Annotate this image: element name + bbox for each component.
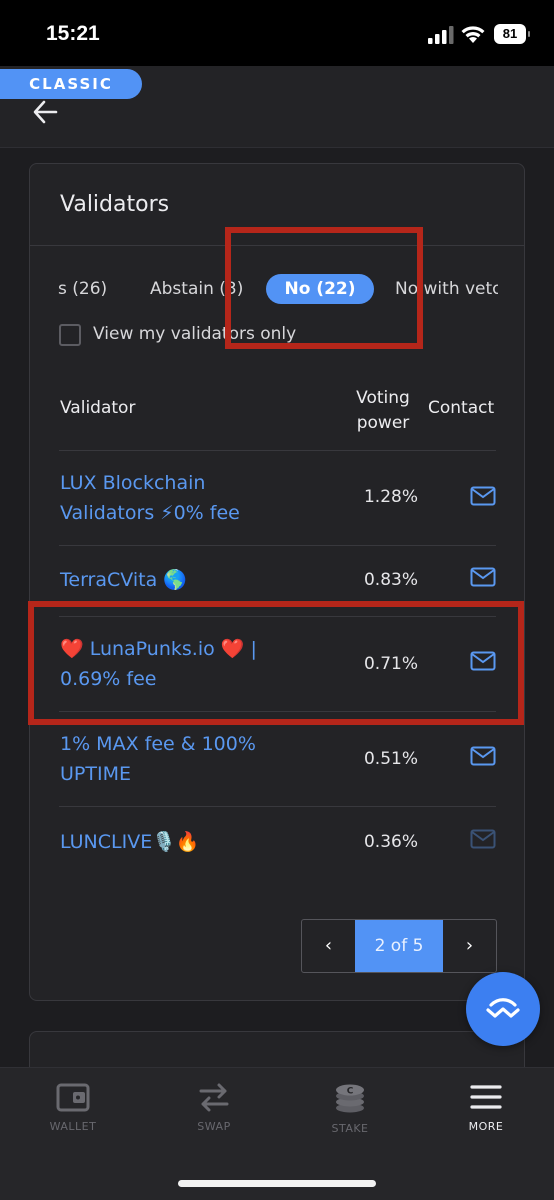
wifi-icon bbox=[461, 26, 485, 43]
mail-icon[interactable] bbox=[470, 829, 496, 849]
mail-icon[interactable] bbox=[470, 486, 496, 506]
row-divider bbox=[59, 450, 496, 451]
next-page-button[interactable]: › bbox=[443, 920, 496, 972]
highlight-box-row bbox=[28, 601, 524, 725]
wallet-icon bbox=[56, 1083, 90, 1112]
pagination: ‹ 2 of 5 › bbox=[301, 919, 497, 973]
voting-power-line2: power bbox=[356, 413, 410, 433]
voting-power-value: 0.36% bbox=[363, 832, 418, 852]
status-bar: 15:21 81 bbox=[0, 0, 554, 66]
highlight-box-tab bbox=[225, 227, 423, 349]
my-validators-checkbox[interactable] bbox=[59, 324, 81, 346]
validator-link[interactable]: TerraCVita 🌎 bbox=[60, 565, 310, 595]
prev-page-button[interactable]: ‹ bbox=[302, 920, 355, 972]
row-divider bbox=[59, 806, 496, 807]
bottom-nav: WALLET SWAP C STAKE MORE bbox=[0, 1067, 554, 1200]
classic-badge: CLASSIC bbox=[0, 69, 142, 99]
voting-power-value: 1.28% bbox=[363, 487, 418, 507]
menu-icon bbox=[470, 1085, 502, 1109]
validator-name-line2: UPTIME bbox=[60, 763, 131, 785]
signal-icon bbox=[428, 26, 454, 44]
app-header: CLASSIC bbox=[0, 66, 554, 148]
validator-link[interactable]: LUX Blockchain Validators ⚡0% fee bbox=[60, 468, 310, 528]
card-title: Validators bbox=[60, 192, 170, 217]
column-header-validator[interactable]: Validator bbox=[60, 398, 135, 418]
nav-stake[interactable]: C STAKE bbox=[305, 1082, 395, 1135]
battery-indicator: 81 bbox=[494, 24, 530, 44]
validator-link[interactable]: LUNCLIVE🎙️🔥 bbox=[60, 827, 310, 857]
swap-icon bbox=[199, 1083, 229, 1112]
mail-icon[interactable] bbox=[470, 567, 496, 587]
nav-label: SWAP bbox=[197, 1120, 231, 1133]
nav-label: STAKE bbox=[331, 1122, 369, 1135]
stake-icon: C bbox=[336, 1084, 364, 1113]
column-header-contact: Contact bbox=[428, 398, 495, 418]
validator-name-line1: TerraCVita 🌎 bbox=[60, 569, 187, 591]
column-header-voting-power[interactable]: Voting power bbox=[348, 386, 418, 436]
nav-label: MORE bbox=[468, 1120, 504, 1133]
validator-name-line1: LUNCLIVE🎙️🔥 bbox=[60, 831, 200, 853]
nav-label: WALLET bbox=[49, 1120, 97, 1133]
row-divider bbox=[59, 545, 496, 546]
validator-name-line1: 1% MAX fee & 100% bbox=[60, 733, 256, 755]
mail-icon[interactable] bbox=[470, 746, 496, 766]
validator-name-line2: Validators ⚡0% fee bbox=[60, 502, 240, 524]
validator-link[interactable]: 1% MAX fee & 100% UPTIME bbox=[60, 729, 310, 789]
voting-power-value: 0.51% bbox=[363, 749, 418, 769]
walletconnect-icon bbox=[486, 998, 520, 1018]
voting-power-line1: Voting bbox=[356, 388, 410, 408]
home-indicator bbox=[178, 1180, 376, 1187]
current-page: 2 of 5 bbox=[355, 920, 443, 972]
status-time: 15:21 bbox=[46, 22, 100, 45]
nav-more[interactable]: MORE bbox=[441, 1082, 531, 1133]
nav-wallet[interactable]: WALLET bbox=[28, 1082, 118, 1133]
arrow-left-icon[interactable] bbox=[30, 96, 64, 128]
walletconnect-button[interactable] bbox=[466, 972, 540, 1046]
nav-swap[interactable]: SWAP bbox=[169, 1082, 259, 1133]
voting-power-value: 0.83% bbox=[363, 570, 418, 590]
validator-name-line1: LUX Blockchain bbox=[60, 472, 206, 494]
tab-yes[interactable]: s (26) bbox=[58, 274, 107, 304]
svg-text:C: C bbox=[347, 1087, 354, 1097]
